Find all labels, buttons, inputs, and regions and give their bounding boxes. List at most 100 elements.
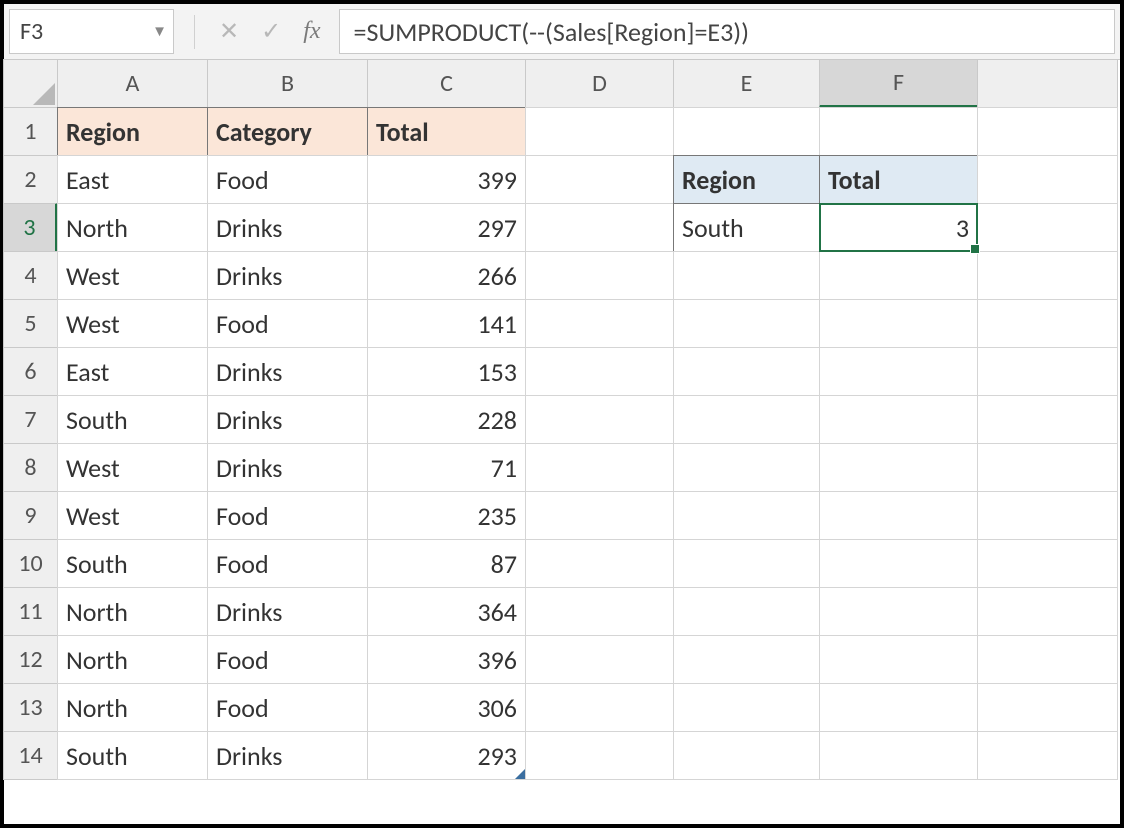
row-header-6[interactable]: 6 bbox=[3, 347, 58, 396]
cell-B2[interactable]: Food bbox=[207, 155, 368, 204]
select-all-corner[interactable] bbox=[3, 59, 58, 108]
cell-A7[interactable]: South bbox=[57, 395, 208, 444]
cell-blank6[interactable] bbox=[977, 347, 1118, 396]
cell-F6[interactable] bbox=[819, 347, 978, 396]
cell-B3[interactable]: Drinks bbox=[207, 203, 368, 252]
row-header-1[interactable]: 1 bbox=[3, 107, 58, 156]
cell-D14[interactable] bbox=[525, 731, 674, 780]
cell-C9[interactable]: 235 bbox=[367, 491, 526, 540]
cell-A14[interactable]: South bbox=[57, 731, 208, 780]
cell-C6[interactable]: 153 bbox=[367, 347, 526, 396]
cell-blank4[interactable] bbox=[977, 251, 1118, 300]
cell-D3[interactable] bbox=[525, 203, 674, 252]
cell-C7[interactable]: 228 bbox=[367, 395, 526, 444]
cell-D1[interactable] bbox=[525, 107, 674, 156]
cell-A4[interactable]: West bbox=[57, 251, 208, 300]
cell-E10[interactable] bbox=[673, 539, 820, 588]
row-header-5[interactable]: 5 bbox=[3, 299, 58, 348]
cell-A9[interactable]: West bbox=[57, 491, 208, 540]
cell-C4[interactable]: 266 bbox=[367, 251, 526, 300]
cell-D8[interactable] bbox=[525, 443, 674, 492]
cell-blank13[interactable] bbox=[977, 683, 1118, 732]
cell-A6[interactable]: East bbox=[57, 347, 208, 396]
cell-B14[interactable]: Drinks bbox=[207, 731, 368, 780]
cell-C13[interactable]: 306 bbox=[367, 683, 526, 732]
cell-E4[interactable] bbox=[673, 251, 820, 300]
cell-C11[interactable]: 364 bbox=[367, 587, 526, 636]
cell-blank8[interactable] bbox=[977, 443, 1118, 492]
cell-F13[interactable] bbox=[819, 683, 978, 732]
cell-A8[interactable]: West bbox=[57, 443, 208, 492]
cell-B5[interactable]: Food bbox=[207, 299, 368, 348]
cell-C1[interactable]: Total bbox=[367, 107, 526, 156]
cell-A1[interactable]: Region bbox=[57, 107, 208, 156]
col-header-E[interactable]: E bbox=[673, 59, 820, 108]
col-header-F[interactable]: F bbox=[819, 59, 978, 108]
cell-F1[interactable] bbox=[819, 107, 978, 156]
cell-A2[interactable]: East bbox=[57, 155, 208, 204]
fx-icon[interactable]: fx bbox=[303, 18, 320, 45]
cell-B11[interactable]: Drinks bbox=[207, 587, 368, 636]
cell-F5[interactable] bbox=[819, 299, 978, 348]
cell-blank12[interactable] bbox=[977, 635, 1118, 684]
cell-E2[interactable]: Region bbox=[673, 155, 820, 204]
cell-C3[interactable]: 297 bbox=[367, 203, 526, 252]
cell-E11[interactable] bbox=[673, 587, 820, 636]
cell-A13[interactable]: North bbox=[57, 683, 208, 732]
col-header-blank[interactable] bbox=[977, 59, 1118, 108]
cell-C14[interactable]: 293 bbox=[367, 731, 526, 780]
cell-E1[interactable] bbox=[673, 107, 820, 156]
cell-blank5[interactable] bbox=[977, 299, 1118, 348]
cell-A12[interactable]: North bbox=[57, 635, 208, 684]
cell-E9[interactable] bbox=[673, 491, 820, 540]
cell-blank1[interactable] bbox=[977, 107, 1118, 156]
cell-E6[interactable] bbox=[673, 347, 820, 396]
row-header-7[interactable]: 7 bbox=[3, 395, 58, 444]
cell-C12[interactable]: 396 bbox=[367, 635, 526, 684]
cell-E13[interactable] bbox=[673, 683, 820, 732]
col-header-C[interactable]: C bbox=[367, 59, 526, 108]
cell-C10[interactable]: 87 bbox=[367, 539, 526, 588]
cell-C5[interactable]: 141 bbox=[367, 299, 526, 348]
row-header-11[interactable]: 11 bbox=[3, 587, 58, 636]
cell-B6[interactable]: Drinks bbox=[207, 347, 368, 396]
cell-blank10[interactable] bbox=[977, 539, 1118, 588]
cell-F3[interactable]: 3 bbox=[819, 203, 978, 252]
cell-D5[interactable] bbox=[525, 299, 674, 348]
cell-B12[interactable]: Food bbox=[207, 635, 368, 684]
cell-E14[interactable] bbox=[673, 731, 820, 780]
cell-F7[interactable] bbox=[819, 395, 978, 444]
cell-D11[interactable] bbox=[525, 587, 674, 636]
cell-D4[interactable] bbox=[525, 251, 674, 300]
cell-C2[interactable]: 399 bbox=[367, 155, 526, 204]
cell-E8[interactable] bbox=[673, 443, 820, 492]
cell-F8[interactable] bbox=[819, 443, 978, 492]
cell-D12[interactable] bbox=[525, 635, 674, 684]
cell-E12[interactable] bbox=[673, 635, 820, 684]
row-header-4[interactable]: 4 bbox=[3, 251, 58, 300]
cell-blank9[interactable] bbox=[977, 491, 1118, 540]
cell-blank11[interactable] bbox=[977, 587, 1118, 636]
cell-E3[interactable]: South bbox=[673, 203, 820, 252]
cell-A3[interactable]: North bbox=[57, 203, 208, 252]
cell-D10[interactable] bbox=[525, 539, 674, 588]
cell-E5[interactable] bbox=[673, 299, 820, 348]
cell-D13[interactable] bbox=[525, 683, 674, 732]
cell-D6[interactable] bbox=[525, 347, 674, 396]
row-header-13[interactable]: 13 bbox=[3, 683, 58, 732]
cell-E7[interactable] bbox=[673, 395, 820, 444]
row-header-14[interactable]: 14 bbox=[3, 731, 58, 780]
cell-A11[interactable]: North bbox=[57, 587, 208, 636]
cell-B7[interactable]: Drinks bbox=[207, 395, 368, 444]
cell-B13[interactable]: Food bbox=[207, 683, 368, 732]
cell-D9[interactable] bbox=[525, 491, 674, 540]
row-header-10[interactable]: 10 bbox=[3, 539, 58, 588]
cell-F4[interactable] bbox=[819, 251, 978, 300]
row-header-8[interactable]: 8 bbox=[3, 443, 58, 492]
spreadsheet-grid[interactable]: ABCDEF1RegionCategoryTotal2EastFood399Re… bbox=[4, 60, 1120, 780]
cell-D7[interactable] bbox=[525, 395, 674, 444]
name-box[interactable]: F3 ▼ bbox=[9, 9, 174, 54]
row-header-3[interactable]: 3 bbox=[3, 203, 58, 252]
cell-A10[interactable]: South bbox=[57, 539, 208, 588]
cell-A5[interactable]: West bbox=[57, 299, 208, 348]
